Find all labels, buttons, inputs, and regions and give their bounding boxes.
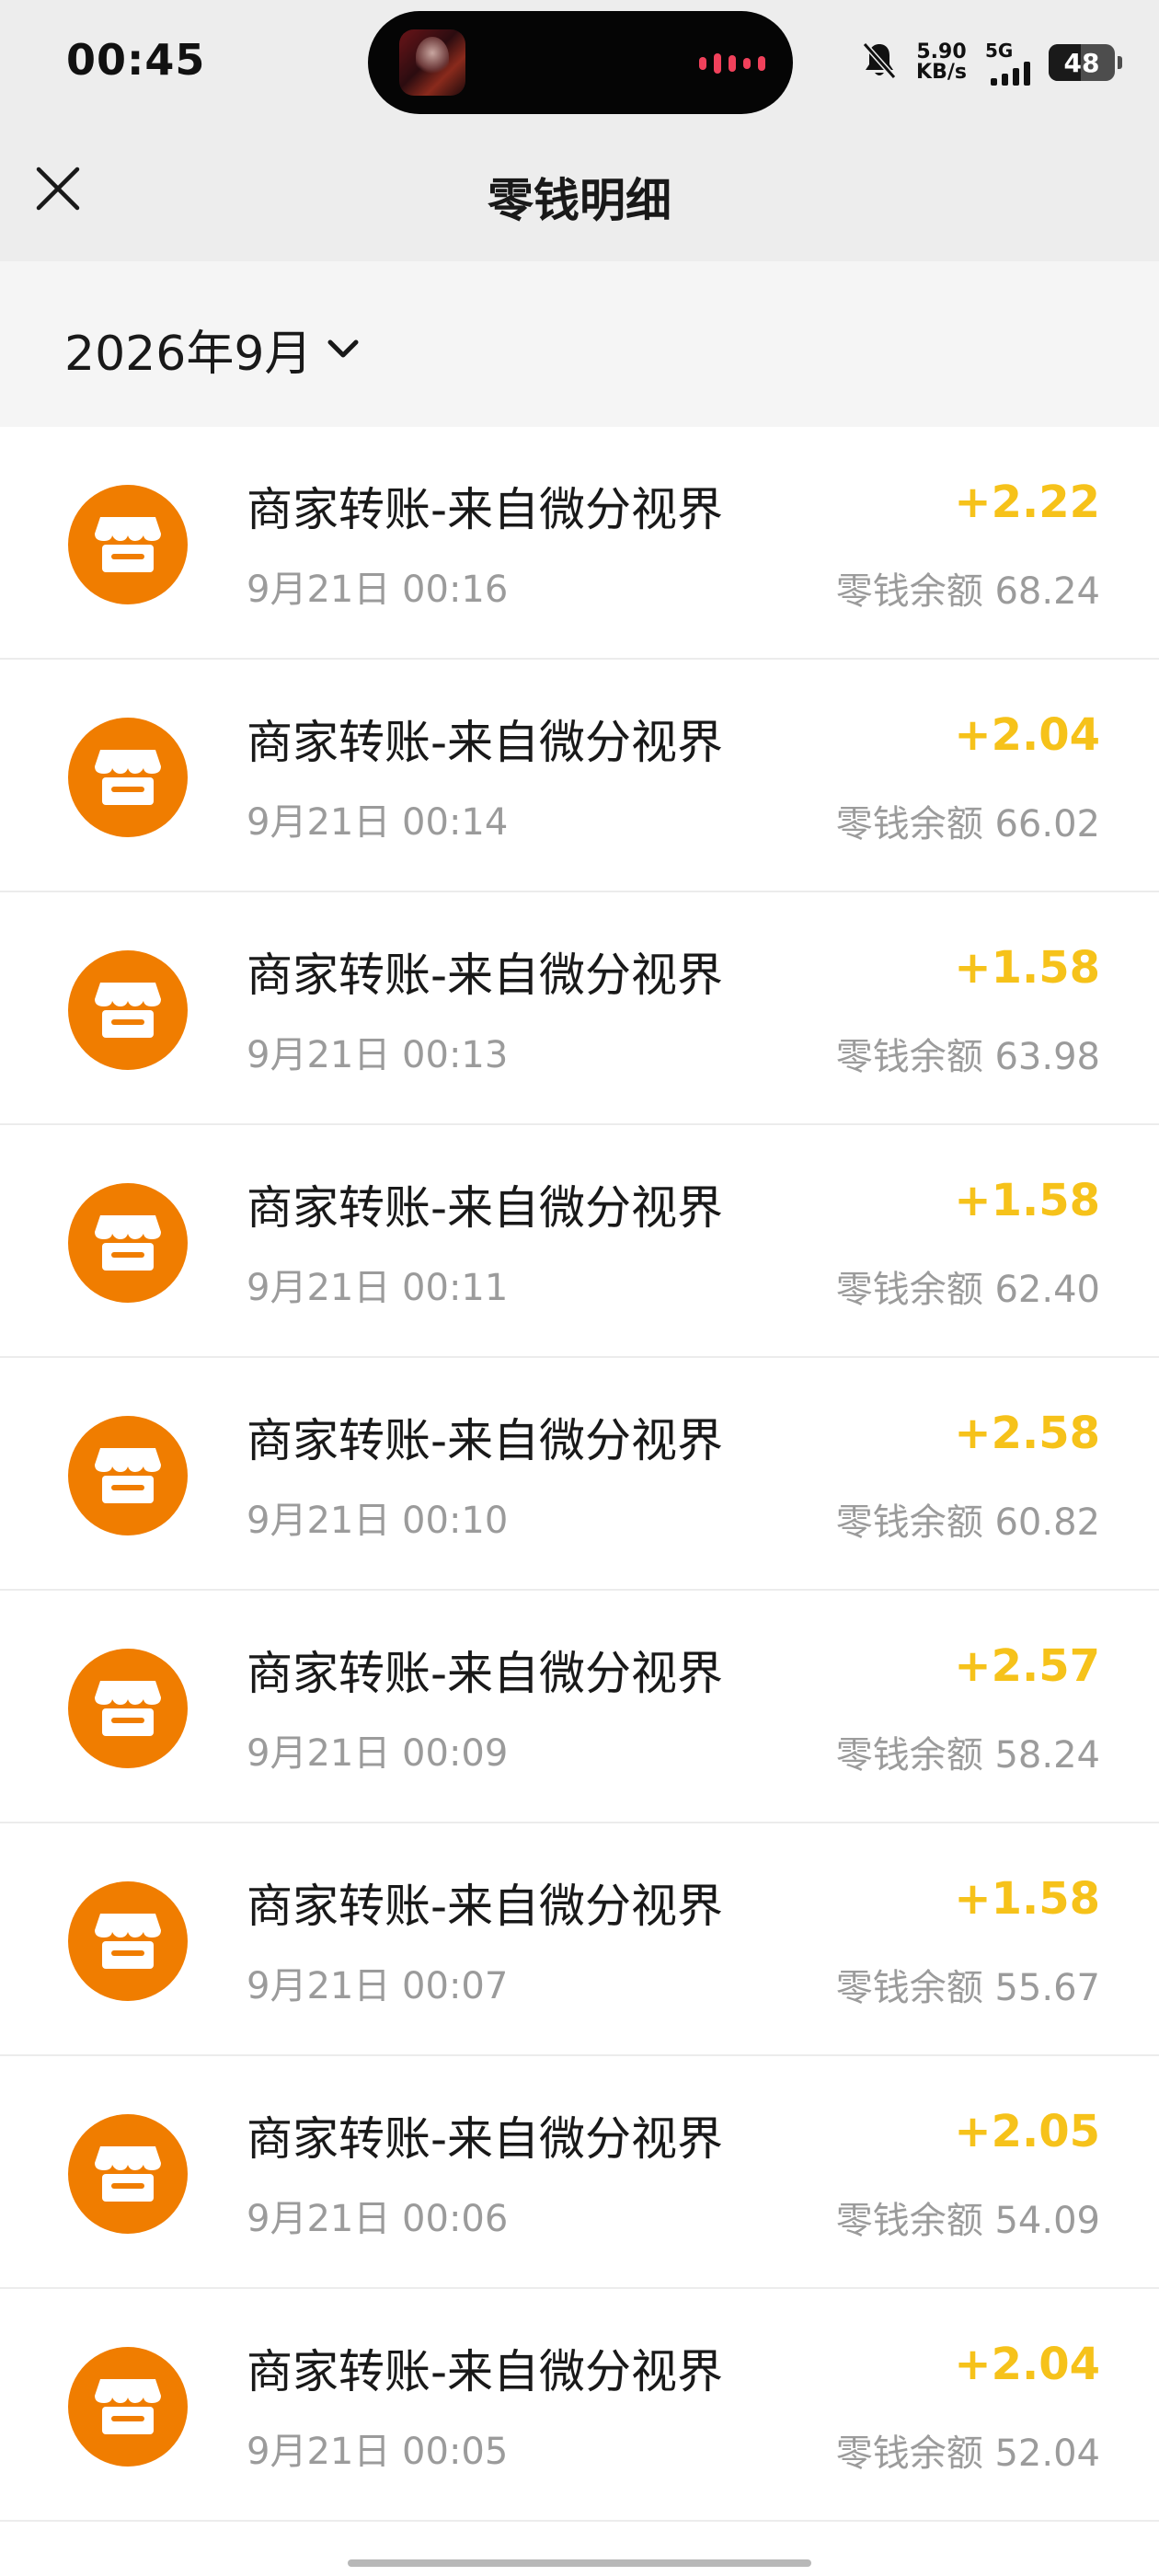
merchant-avatar xyxy=(68,950,188,1070)
transaction-row[interactable]: 商家转账-来自微分视界 9月21日 00:09 +2.57 零钱余额 58.24 xyxy=(0,1591,1159,1823)
transaction-amount: +1.58 xyxy=(954,1175,1100,1226)
transaction-title: 商家转账-来自微分视界 xyxy=(247,716,724,769)
game-thumbnail-icon xyxy=(399,29,465,96)
storefront-icon xyxy=(95,1681,161,1736)
transaction-title: 商家转账-来自微分视界 xyxy=(247,1880,724,1933)
page-title: 零钱明细 xyxy=(488,174,671,227)
transaction-title: 商家转账-来自微分视界 xyxy=(247,2112,724,2166)
merchant-avatar xyxy=(68,718,188,837)
dynamic-island[interactable] xyxy=(368,11,793,114)
merchant-avatar xyxy=(68,2114,188,2234)
transaction-balance: 零钱余额 54.09 xyxy=(835,2200,1100,2242)
transaction-time: 9月21日 00:05 xyxy=(247,2431,509,2473)
transaction-time: 9月21日 00:10 xyxy=(247,1500,509,1542)
storefront-icon xyxy=(95,2146,161,2202)
storefront-icon xyxy=(95,983,161,1038)
transaction-balance: 零钱余额 66.02 xyxy=(835,803,1100,845)
transaction-row[interactable]: 商家转账-来自微分视界 9月21日 00:14 +2.04 零钱余额 66.02 xyxy=(0,660,1159,892)
transaction-balance: 零钱余额 60.82 xyxy=(835,1501,1100,1544)
month-filter-bar: 2026年9月 xyxy=(0,261,1159,427)
network-speed-value: 5.90 xyxy=(916,40,967,63)
transaction-title: 商家转账-来自微分视界 xyxy=(247,1181,724,1235)
transaction-amount: +2.58 xyxy=(954,1408,1100,1459)
merchant-avatar xyxy=(68,1649,188,1768)
signal-group: 5G xyxy=(985,40,1030,86)
storefront-icon xyxy=(95,750,161,805)
storefront-icon xyxy=(95,2379,161,2434)
transaction-time: 9月21日 00:13 xyxy=(247,1034,509,1076)
transaction-row[interactable]: 商家转账-来自微分视界 9月21日 00:05 +2.04 零钱余额 52.04 xyxy=(0,2289,1159,2522)
transaction-time: 9月21日 00:14 xyxy=(247,801,509,844)
status-indicators: 5.90 KB/s 5G 48 xyxy=(861,33,1122,92)
transaction-row[interactable]: 商家转账-来自微分视界 9月21日 00:06 +2.05 零钱余额 54.09 xyxy=(0,2056,1159,2289)
battery-level: 48 xyxy=(1063,47,1100,78)
network-speed-unit: KB/s xyxy=(916,61,967,84)
merchant-avatar xyxy=(68,1416,188,1535)
transaction-title: 商家转账-来自微分视界 xyxy=(247,483,724,536)
transaction-balance: 零钱余额 68.24 xyxy=(835,570,1100,613)
merchant-avatar xyxy=(68,1881,188,2001)
transaction-row[interactable]: 商家转账-来自微分视界 9月21日 00:07 +1.58 零钱余额 55.67 xyxy=(0,1823,1159,2056)
transaction-time: 9月21日 00:16 xyxy=(247,569,509,611)
transaction-row[interactable]: 商家转账-来自微分视界 9月21日 00:16 +2.22 零钱余额 68.24 xyxy=(0,427,1159,660)
network-speed: 5.90 KB/s xyxy=(916,42,967,83)
chevron-down-icon xyxy=(327,339,359,357)
transaction-amount: +1.58 xyxy=(954,942,1100,994)
transaction-balance: 零钱余额 62.40 xyxy=(835,1269,1100,1311)
transaction-title: 商家转账-来自微分视界 xyxy=(247,1414,724,1467)
storefront-icon xyxy=(95,1914,161,1969)
transaction-time: 9月21日 00:06 xyxy=(247,2198,509,2240)
transaction-time: 9月21日 00:07 xyxy=(247,1965,509,2007)
transaction-amount: +2.04 xyxy=(954,2339,1100,2390)
signal-bars-icon xyxy=(991,62,1030,86)
home-indicator[interactable] xyxy=(348,2559,811,2567)
transaction-amount: +2.22 xyxy=(954,477,1100,528)
battery-icon: 48 xyxy=(1049,44,1122,81)
storefront-icon xyxy=(95,1215,161,1271)
transaction-amount: +2.04 xyxy=(954,709,1100,761)
transaction-balance: 零钱余额 52.04 xyxy=(835,2432,1100,2475)
month-label: 2026年9月 xyxy=(64,327,313,382)
bell-muted-icon xyxy=(861,40,898,85)
storefront-icon xyxy=(95,1448,161,1503)
transaction-title: 商家转账-来自微分视界 xyxy=(247,949,724,1002)
transaction-row[interactable]: 商家转账-来自微分视界 9月21日 00:11 +1.58 零钱余额 62.40 xyxy=(0,1125,1159,1358)
transaction-time: 9月21日 00:09 xyxy=(247,1732,509,1775)
transaction-amount: +1.58 xyxy=(954,1873,1100,1925)
transaction-balance: 零钱余额 55.67 xyxy=(835,1967,1100,2009)
transaction-title: 商家转账-来自微分视界 xyxy=(247,1647,724,1700)
transaction-title: 商家转账-来自微分视界 xyxy=(247,2345,724,2398)
merchant-avatar xyxy=(68,1183,188,1303)
merchant-avatar xyxy=(68,2347,188,2467)
transaction-time: 9月21日 00:11 xyxy=(247,1267,509,1309)
storefront-icon xyxy=(95,517,161,572)
transaction-row[interactable]: 商家转账-来自微分视界 9月21日 00:13 +1.58 零钱余额 63.98 xyxy=(0,892,1159,1125)
transaction-list: 商家转账-来自微分视界 9月21日 00:16 +2.22 零钱余额 68.24… xyxy=(0,427,1159,2522)
network-type: 5G xyxy=(985,40,1014,62)
audio-wave-icon xyxy=(699,53,765,74)
nav-bar: 零钱明细 xyxy=(0,131,1159,261)
status-time: 00:45 xyxy=(66,35,206,85)
transaction-amount: +2.05 xyxy=(954,2106,1100,2157)
transaction-balance: 零钱余额 58.24 xyxy=(835,1734,1100,1777)
transaction-amount: +2.57 xyxy=(954,1640,1100,1692)
status-bar: 00:45 5.90 KB/s 5G 48 xyxy=(0,0,1159,131)
transaction-row[interactable]: 商家转账-来自微分视界 9月21日 00:10 +2.58 零钱余额 60.82 xyxy=(0,1358,1159,1591)
merchant-avatar xyxy=(68,485,188,604)
month-selector[interactable]: 2026年9月 xyxy=(64,315,360,384)
transaction-balance: 零钱余额 63.98 xyxy=(835,1036,1100,1078)
